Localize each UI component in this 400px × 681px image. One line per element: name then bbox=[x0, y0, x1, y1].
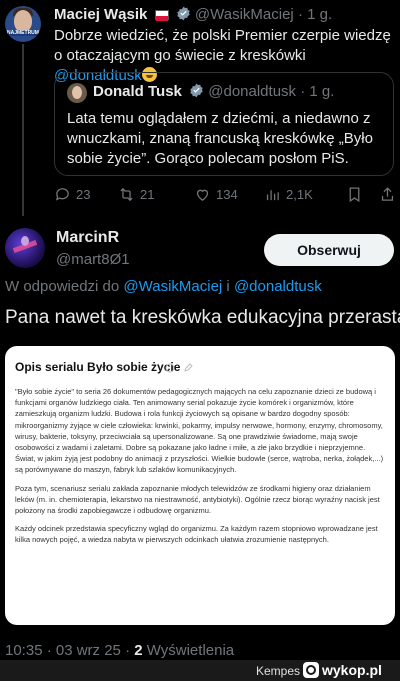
wykop-logo: wykop.pl bbox=[303, 662, 382, 678]
quoted-tweet[interactable]: Donald Tusk @donaldtusk · 1 g. Lata temu… bbox=[54, 72, 394, 176]
tweet-time[interactable]: · 1 g. bbox=[298, 6, 332, 23]
tweet-actions: 23 21 134 2,1K bbox=[54, 184, 396, 204]
tweet-timestamp[interactable]: 10:35 · 03 wrz 25 · 2 Wyświetlenia bbox=[5, 642, 234, 659]
reply-context: W odpowiedzi do @WasikMaciej i @donaldtu… bbox=[5, 278, 322, 295]
wykop-logo-icon bbox=[303, 662, 319, 678]
repost-count: 21 bbox=[140, 186, 155, 202]
reply-count: 23 bbox=[76, 186, 91, 202]
footer-username: Kempes z bbox=[256, 664, 309, 678]
mention-link[interactable]: @WasikMaciej bbox=[123, 278, 222, 295]
follow-button[interactable]: Obserwuj bbox=[264, 234, 394, 266]
avatar[interactable] bbox=[5, 228, 45, 268]
quote-text: Lata temu oglądałem z dziećmi, a niedawn… bbox=[67, 110, 373, 167]
like-count: 134 bbox=[216, 186, 238, 202]
views-count: 2,1K bbox=[286, 186, 313, 202]
quote-time: · 1 g. bbox=[300, 83, 335, 100]
mention-link[interactable]: @donaldtusk bbox=[234, 278, 322, 295]
image-doc-paragraph: Każdy odcinek przedstawia specyficzny wg… bbox=[15, 524, 378, 545]
author-name[interactable]: Maciej Wąsik bbox=[54, 6, 147, 23]
thread-line bbox=[22, 44, 24, 216]
tweet-header: Maciej Wąsik @WasikMaciej · 1 g. bbox=[54, 6, 332, 23]
heart-icon bbox=[196, 189, 209, 201]
edit-icon bbox=[183, 360, 193, 372]
like-button[interactable]: 134 bbox=[194, 186, 264, 203]
poland-flag-icon bbox=[154, 10, 169, 21]
repost-button[interactable]: 21 bbox=[118, 186, 194, 203]
image-doc-paragraph: "Było sobie życie" to seria 26 dokumentó… bbox=[15, 387, 384, 475]
image-doc-body: "Było sobie życie" to seria 26 dokumentó… bbox=[15, 386, 387, 553]
image-doc-paragraph: Poza tym, scenariusz serialu zakłada zap… bbox=[15, 483, 380, 516]
avatar[interactable]: NAJMETRUM bbox=[5, 6, 41, 42]
parent-tweet[interactable]: NAJMETRUM Maciej Wąsik @WasikMaciej · 1 … bbox=[0, 0, 400, 218]
quote-avatar[interactable] bbox=[67, 83, 87, 103]
reply-icon bbox=[55, 187, 69, 201]
wykop-footer: Kempes z wykop.pl bbox=[0, 660, 400, 681]
attached-image[interactable]: Opis serialu Było sobie życie "Było sobi… bbox=[5, 346, 395, 625]
quote-author-name: Donald Tusk bbox=[93, 83, 182, 100]
tweet-text: Pana nawet ta kreskówka edukacyjna przer… bbox=[5, 307, 400, 328]
author-handle[interactable]: @WasikMaciej bbox=[195, 6, 294, 23]
verified-badge-icon bbox=[190, 83, 203, 98]
author-name[interactable]: MarcinR bbox=[56, 229, 119, 247]
secondary-actions bbox=[346, 186, 396, 203]
bookmark-icon[interactable] bbox=[346, 186, 363, 203]
quote-header: Donald Tusk @donaldtusk · 1 g. bbox=[93, 83, 334, 100]
views-chart-icon bbox=[266, 189, 279, 200]
image-doc-title: Opis serialu Było sobie życie bbox=[15, 360, 181, 374]
views-button[interactable]: 2,1K bbox=[264, 186, 330, 203]
image-doc-icons bbox=[165, 360, 193, 373]
verified-badge-icon bbox=[177, 6, 190, 21]
author-handle[interactable]: @mart8Ø1 bbox=[56, 251, 130, 268]
repost-icon bbox=[120, 187, 133, 201]
reply-button[interactable]: 23 bbox=[54, 186, 118, 203]
quote-author-handle: @donaldtusk bbox=[208, 83, 297, 100]
views-count: 2 bbox=[134, 642, 143, 659]
share-icon[interactable] bbox=[379, 186, 396, 203]
avatar-badge: NAJMETRUM bbox=[7, 30, 39, 36]
info-icon bbox=[165, 360, 175, 373]
